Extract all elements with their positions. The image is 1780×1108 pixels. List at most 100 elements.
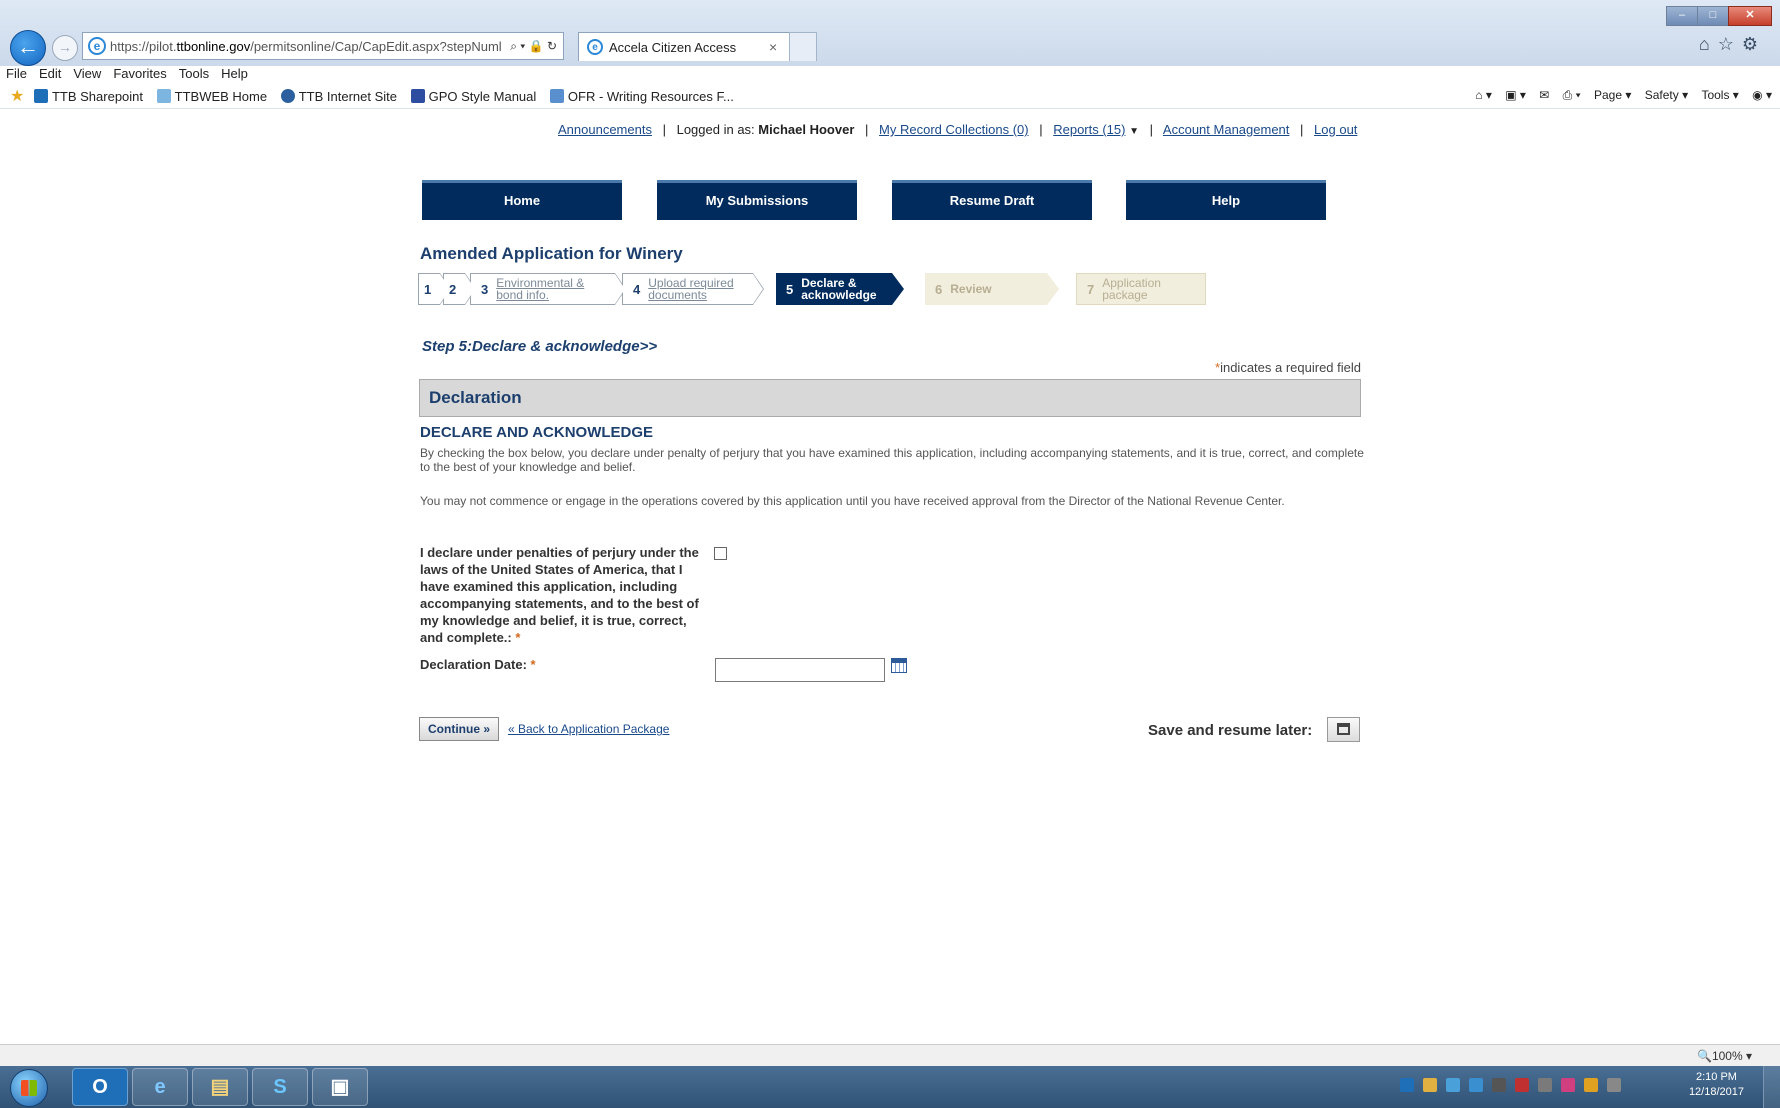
mail-icon[interactable]: ✉ [1539,88,1549,102]
browser-tab[interactable]: e Accela Citizen Access × [578,32,790,61]
tools-menu[interactable]: Tools ▾ [1701,88,1738,102]
step-progress: 1 2 3 Environmental & bond info. 4 Upload … [418,273,1218,307]
account-links: Announcements | Logged in as: Michael Ho… [558,122,1358,137]
address-bar[interactable]: e https://pilot.ttbonline.gov/permitsonl… [82,32,564,60]
favorite-ttb-internet-site[interactable]: TTB Internet Site [280,89,397,104]
menu-tools[interactable]: Tools [179,66,209,81]
home-favorites-settings-icons[interactable]: ⌂☆⚙ [1699,34,1766,55]
document-icon [549,89,564,103]
sharepoint-icon [33,89,48,103]
tab-title: Accela Citizen Access [609,39,737,55]
app-taskbar-icon[interactable]: ▣ [312,1068,368,1106]
explorer-taskbar-icon[interactable]: ▤ [192,1068,248,1106]
save-resume-button[interactable] [1327,717,1360,742]
nav-help[interactable]: Help [1126,180,1326,220]
tab-favicon-icon: e [587,39,603,55]
declaration-date-label: Declaration Date: * [420,657,536,672]
tray-icon[interactable] [1538,1078,1552,1092]
declaration-checkbox-label: I declare under penalties of perjury und… [420,545,699,645]
step-3[interactable]: 3 Environmental & bond info. [470,273,626,305]
tray-icon[interactable] [1584,1078,1598,1092]
tray-icon[interactable] [1400,1078,1414,1092]
menu-view[interactable]: View [73,66,101,81]
approval-notice-paragraph: You may not commence or engage in the op… [420,494,1285,508]
tray-icon[interactable] [1492,1078,1506,1092]
tray-icon[interactable] [1515,1078,1529,1092]
reports-link[interactable]: Reports (15) [1053,122,1125,137]
minimize-button[interactable]: – [1666,6,1698,26]
taskbar: O e ▤ S ▣ 2:10 PM 12/18/2017 [0,1066,1780,1108]
menu-favorites[interactable]: Favorites [113,66,166,81]
page-icon [156,89,171,103]
continue-button[interactable]: Continue » [419,717,499,741]
tray-icon[interactable] [1607,1078,1621,1092]
logged-in-label: Logged in as: [676,122,755,137]
help-icon[interactable]: ◉ ▾ [1752,88,1772,102]
step-6: 6 Review [925,273,1059,305]
ie-logo-icon: e [88,37,106,55]
back-button[interactable]: ← [10,30,46,66]
tray-icon[interactable] [1561,1078,1575,1092]
favorite-ofr-writing[interactable]: OFR - Writing Resources F... [549,89,734,104]
favorite-ttbweb-home[interactable]: TTBWEB Home [156,89,267,104]
skype-taskbar-icon[interactable]: S [252,1068,308,1106]
menu-help[interactable]: Help [221,66,248,81]
maximize-button[interactable]: □ [1697,6,1729,26]
nav-resume-draft[interactable]: Resume Draft [892,180,1092,220]
record-collections-link[interactable]: My Record Collections (0) [879,122,1029,137]
zoom-control[interactable]: 🔍100% ▾ [1697,1049,1752,1063]
declaration-checkbox[interactable] [714,547,727,560]
back-to-application-package-link[interactable]: « Back to Application Package [508,722,669,736]
feeds-icon[interactable]: ▣ ▾ [1505,88,1526,102]
nav-my-submissions[interactable]: My Submissions [657,180,857,220]
ie-taskbar-icon[interactable]: e [132,1068,188,1106]
menu-bar: File Edit View Favorites Tools Help [0,66,1780,84]
step-1[interactable]: 1 [418,273,451,305]
calendar-icon[interactable] [891,658,907,673]
nav-home[interactable]: Home [422,180,622,220]
tray-icon[interactable] [1423,1078,1437,1092]
command-bar: ⌂ ▾ ▣ ▾ ✉ ⎙ ▾ Page ▾ Safety ▾ Tools ▾ ◉ … [1465,88,1772,103]
announcements-link[interactable]: Announcements [558,122,652,137]
outlook-taskbar-icon[interactable]: O [72,1068,128,1106]
page-menu[interactable]: Page ▾ [1594,88,1631,102]
system-tray-icons[interactable] [1400,1078,1630,1092]
tab-close-icon[interactable]: × [769,39,789,55]
print-icon[interactable]: ⎙ ▾ [1563,88,1581,102]
declaration-date-field[interactable] [715,658,885,682]
menu-edit[interactable]: Edit [39,66,61,81]
home-icon[interactable]: ⌂ ▾ [1475,88,1492,102]
menu-file[interactable]: File [6,66,27,81]
favorite-gpo-style-manual[interactable]: GPO Style Manual [410,89,536,104]
required-field-note: *indicates a required field [1215,360,1361,375]
back-arrow-icon: ← [17,34,39,59]
step-heading: Step 5:Declare & acknowledge>> [422,338,658,355]
status-bar: 🔍100% ▾ [0,1044,1780,1067]
page-title: Amended Application for Winery [420,244,683,263]
tray-icon[interactable] [1469,1078,1483,1092]
clock[interactable]: 2:10 PM 12/18/2017 [1689,1070,1744,1100]
new-tab-button[interactable] [789,32,817,61]
forward-arrow-icon: → [58,39,72,55]
close-window-button[interactable]: ✕ [1728,6,1772,26]
address-actions-icon[interactable]: ⌕ ▾ 🔒 ↻ [510,39,563,54]
forward-button[interactable]: → [52,35,78,61]
safety-menu[interactable]: Safety ▾ [1645,88,1688,102]
start-button[interactable] [10,1069,48,1107]
logout-link[interactable]: Log out [1314,122,1357,137]
step-7: 7 Application package [1076,273,1206,305]
declare-title: DECLARE AND ACKNOWLEDGE [420,424,654,441]
globe-icon [280,89,295,103]
url-text[interactable]: https://pilot.ttbonline.gov/permitsonlin… [110,39,510,54]
browser-titlebar: ← → e https://pilot.ttbonline.gov/permit… [0,0,1780,66]
reports-dropdown-icon[interactable]: ▼ [1129,126,1139,137]
show-desktop-button[interactable] [1763,1066,1780,1108]
declaration-paragraph: By checking the box below, you declare u… [420,446,1364,474]
window-controls: – □ ✕ [1666,6,1772,26]
step-4[interactable]: 4 Upload required documents [622,273,764,305]
favorite-ttb-sharepoint[interactable]: TTB Sharepoint [33,89,143,104]
account-management-link[interactable]: Account Management [1163,122,1289,137]
favorites-star-icon[interactable]: ★ [10,88,24,105]
save-resume-label: Save and resume later: [1148,722,1313,739]
tray-icon[interactable] [1446,1078,1460,1092]
